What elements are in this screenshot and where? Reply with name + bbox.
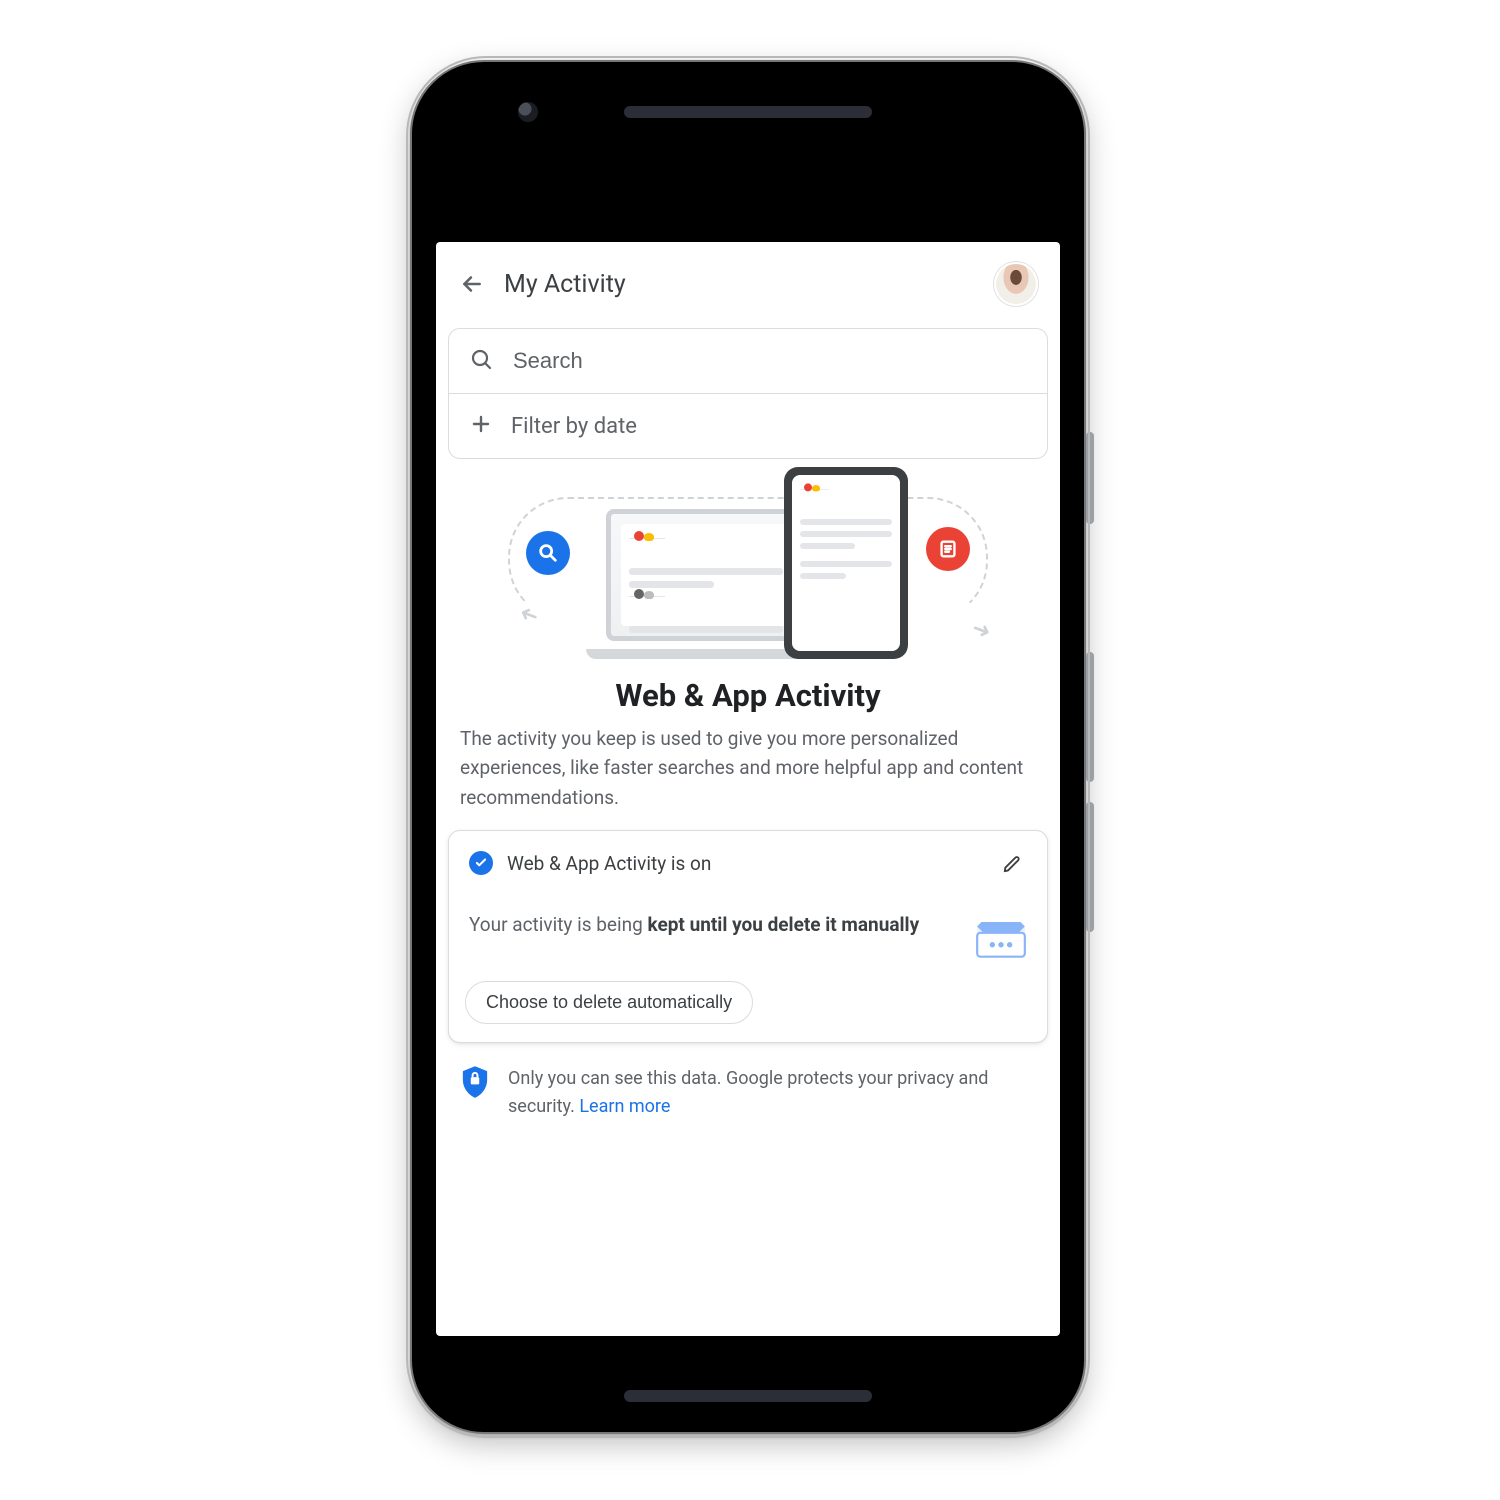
shield-lock-icon	[460, 1065, 490, 1103]
phone-side-button	[1086, 652, 1094, 782]
search-filter-card: Filter by date	[448, 328, 1048, 459]
phone-side-button	[1086, 802, 1094, 932]
plus-icon	[469, 412, 493, 440]
filter-by-date-label: Filter by date	[511, 414, 637, 439]
earpiece	[624, 106, 872, 118]
status-text: Web & App Activity is on	[507, 852, 711, 875]
article-chip-icon	[926, 527, 970, 571]
front-camera	[518, 102, 538, 122]
status-row: Web & App Activity is on	[449, 831, 1047, 895]
laptop-illustration	[586, 509, 816, 659]
search-icon	[469, 347, 493, 375]
auto-delete-button[interactable]: Choose to delete automatically	[465, 981, 753, 1024]
status-card: Web & App Activity is on Your activity i…	[448, 830, 1048, 1043]
retention-text: Your activity is being kept until you de…	[469, 911, 919, 940]
back-button[interactable]	[458, 270, 486, 298]
learn-more-link[interactable]: Learn more	[579, 1096, 670, 1117]
search-chip-icon	[526, 531, 570, 575]
page-title: My Activity	[504, 270, 626, 299]
phone-illustration	[784, 467, 908, 659]
avatar[interactable]	[994, 262, 1038, 306]
screen: My Activity Filter by date	[436, 242, 1060, 1336]
hero-illustration: ➜ ➜	[448, 487, 1048, 667]
phone-nav-pill	[624, 1390, 872, 1402]
check-icon	[469, 851, 493, 875]
search-row[interactable]	[449, 329, 1047, 393]
section-description: The activity you keep is used to give yo…	[460, 724, 1036, 812]
retention-row: Your activity is being kept until you de…	[449, 895, 1047, 971]
app-bar: My Activity	[436, 242, 1060, 320]
calendar-icon	[975, 911, 1027, 963]
phone-side-button	[1086, 432, 1094, 524]
section-heading: Web & App Activity	[452, 677, 1044, 714]
edit-button[interactable]	[999, 849, 1027, 877]
privacy-note: Only you can see this data. Google prote…	[460, 1065, 1036, 1121]
phone-frame: My Activity Filter by date	[410, 60, 1086, 1434]
search-input[interactable]	[511, 347, 1027, 375]
filter-row[interactable]: Filter by date	[449, 393, 1047, 458]
